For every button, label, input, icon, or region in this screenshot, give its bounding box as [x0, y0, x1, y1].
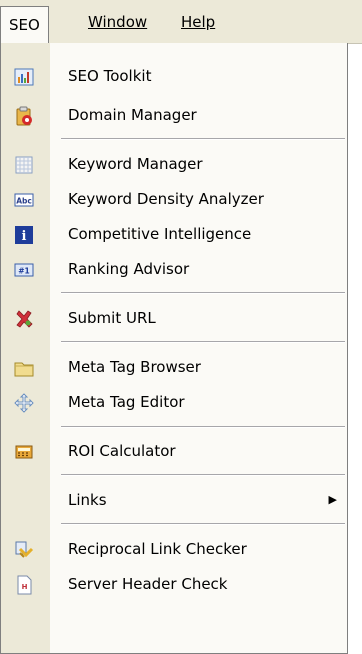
menu-item-domain-manager[interactable]: Domain Manager [1, 98, 347, 132]
menu-item-label: Submit URL [68, 309, 156, 327]
svg-text:i: i [22, 229, 27, 244]
menu-item-label: Ranking Advisor [68, 260, 190, 278]
menu-item-server-header-check[interactable]: H Server Header Check [1, 567, 347, 601]
menu-bar: SEO Window Help [0, 0, 362, 44]
menu-separator [61, 341, 345, 343]
menu-item-label: Reciprocal Link Checker [68, 540, 247, 558]
seo-dropdown-menu: SEO Toolkit Domain Manager Keyword Manag… [0, 43, 348, 654]
menu-item-meta-tag-browser[interactable]: Meta Tag Browser [1, 350, 347, 384]
svg-text:H: H [22, 583, 28, 591]
menu-item-label: Server Header Check [68, 575, 228, 593]
menu-window[interactable]: Window [80, 8, 155, 38]
menu-item-label: Competitive Intelligence [68, 225, 252, 243]
menu-item-keyword-density-analyzer[interactable]: Abc Keyword Density Analyzer [1, 182, 347, 216]
menu-item-competitive-intelligence[interactable]: i Competitive Intelligence [1, 217, 347, 251]
menu-help[interactable]: Help [173, 8, 223, 38]
calculator-icon [14, 442, 34, 462]
menu-item-label: Keyword Density Analyzer [68, 190, 264, 208]
submenu-arrow-icon: ▶ [328, 493, 337, 506]
menu-separator [61, 474, 345, 476]
document-header-icon: H [14, 575, 34, 595]
menu-item-label: Meta Tag Browser [68, 358, 201, 376]
svg-text:Abc: Abc [16, 197, 32, 206]
abc-icon: Abc [14, 190, 34, 210]
menu-item-label: ROI Calculator [68, 442, 176, 460]
menu-help-label: Help [181, 13, 216, 31]
info-icon: i [14, 225, 34, 245]
menu-item-label: Meta Tag Editor [68, 393, 185, 411]
menu-item-links[interactable]: Links ▶ [1, 483, 347, 517]
menu-item-keyword-manager[interactable]: Keyword Manager [1, 147, 347, 181]
move-icon [14, 393, 34, 413]
menu-separator [61, 292, 345, 294]
link-check-icon [14, 540, 34, 560]
bar-chart-icon [14, 67, 34, 87]
svg-text:#1: #1 [18, 267, 30, 276]
cross-pushpin-icon [14, 309, 34, 329]
menu-item-submit-url[interactable]: Submit URL [1, 301, 347, 335]
menu-item-ranking-advisor[interactable]: #1 Ranking Advisor [1, 252, 347, 286]
folder-icon [14, 358, 34, 378]
clipboard-icon [14, 106, 34, 126]
menu-separator [61, 138, 345, 140]
menu-item-seo-toolkit[interactable]: SEO Toolkit [1, 59, 347, 93]
menu-item-meta-tag-editor[interactable]: Meta Tag Editor [1, 385, 347, 419]
menu-separator [61, 523, 345, 525]
menu-seo[interactable]: SEO [0, 6, 49, 44]
menu-item-label: SEO Toolkit [68, 67, 152, 85]
menu-separator [61, 426, 345, 428]
menu-item-label: Links [68, 491, 107, 509]
menu-item-label: Keyword Manager [68, 155, 203, 173]
ranking-icon: #1 [14, 260, 34, 280]
menu-item-roi-calculator[interactable]: ROI Calculator [1, 434, 347, 468]
menu-item-label: Domain Manager [68, 106, 197, 124]
menu-window-label: Window [88, 13, 148, 31]
grid-icon [14, 155, 34, 175]
menu-item-reciprocal-link-checker[interactable]: Reciprocal Link Checker [1, 532, 347, 566]
